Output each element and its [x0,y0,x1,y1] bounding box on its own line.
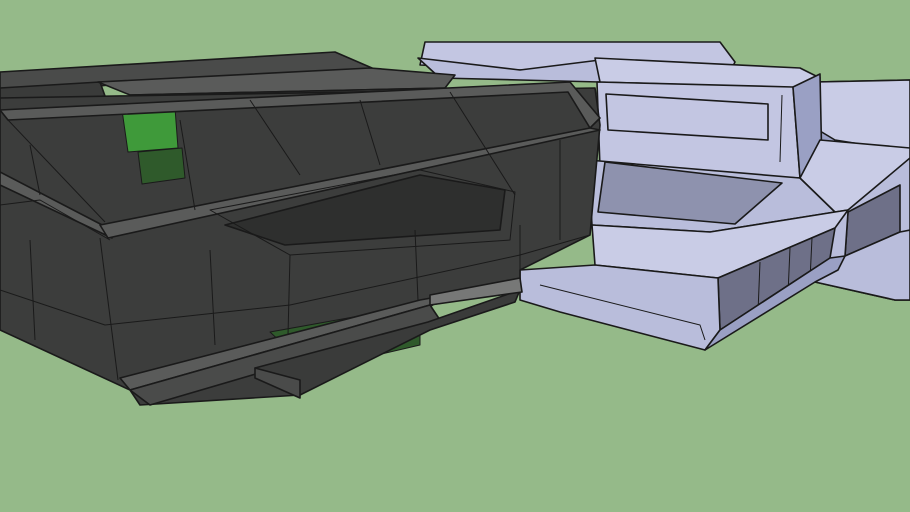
dark-hull-green-window-2 [137,147,186,185]
dark-hull-structure [0,51,601,406]
light-hull-lower-front [519,264,721,351]
3d-model-viewport[interactable] [0,0,910,512]
